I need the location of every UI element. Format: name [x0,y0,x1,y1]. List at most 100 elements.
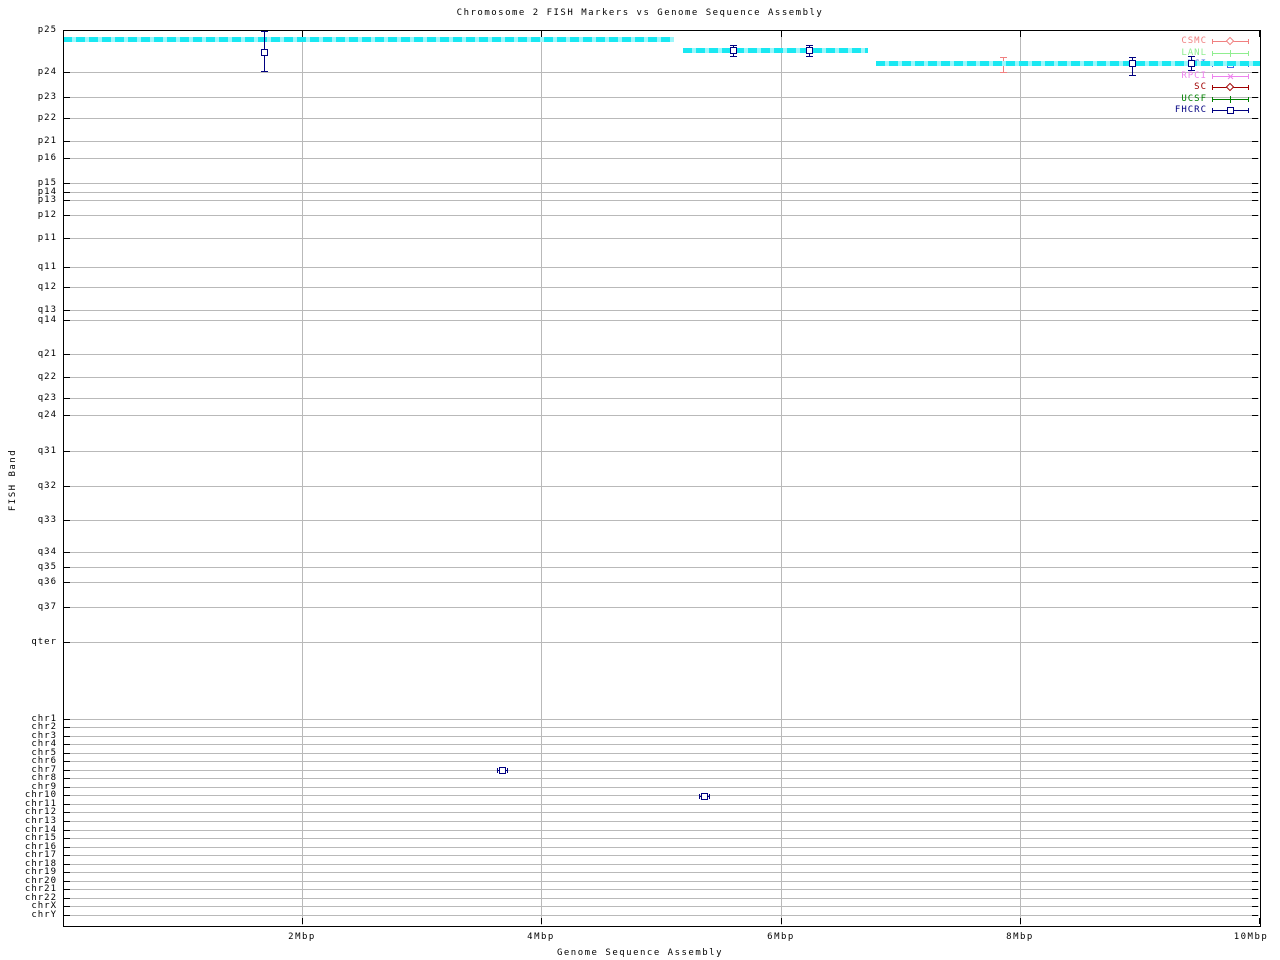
y-gridline [63,398,1259,399]
square-marker [1188,60,1195,67]
y-gridline [63,847,1259,848]
y-tick-right [1252,451,1258,452]
x-gridline [1020,30,1021,925]
y-gridline [63,889,1259,890]
y-tick-right [1252,778,1258,779]
y-tick-left [64,398,70,399]
y-tick-label: qter [31,637,57,647]
y-tick-left [64,486,70,487]
y-gridline [63,770,1259,771]
y-gridline [63,97,1259,98]
x-tick-label: 10Mbp [1233,932,1269,942]
y-tick-left [64,642,70,643]
y-gridline [63,567,1259,568]
x-gridline [781,30,782,925]
x-tick-label: 2Mbp [288,932,316,942]
y-tick-left [64,287,70,288]
square-marker [806,47,813,54]
y-gridline [63,320,1259,321]
y-gridline [63,118,1259,119]
y-tick-left [64,200,70,201]
y-gridline [63,881,1259,882]
y-tick-right [1252,847,1258,848]
y-tick-right [1252,804,1258,805]
y-tick-left [64,872,70,873]
y-tick-left [64,30,70,31]
legend-sample-cap [1248,97,1249,102]
y-tick-right [1252,238,1258,239]
y-tick-right [1252,744,1258,745]
y-tick-left [64,192,70,193]
x-tick-bottom [1259,918,1260,924]
y-tick-label: q34 [37,547,57,557]
error-cap [1000,57,1007,58]
y-tick-label: q37 [37,602,57,612]
legend-sample-cap [1212,39,1213,44]
legend-label-lanl: LANL [1181,48,1207,58]
y-tick-label: p11 [37,233,57,243]
y-gridline [63,753,1259,754]
y-tick-left [64,881,70,882]
y-tick-right [1252,97,1258,98]
error-cap [497,768,498,773]
y-tick-left [64,889,70,890]
x-tick-bottom [302,918,303,924]
legend-label-fhcrc: FHCRC [1174,105,1207,115]
y-tick-left [64,906,70,907]
y-tick-right [1252,200,1258,201]
legend-label-ucsf: UCSF [1181,94,1207,104]
y-tick-left [64,753,70,754]
y-tick-left [64,415,70,416]
y-tick-left [64,864,70,865]
y-tick-right [1252,607,1258,608]
y-tick-left [64,377,70,378]
y-tick-left [64,838,70,839]
square-marker [701,793,708,800]
y-tick-left [64,582,70,583]
y-gridline [63,377,1259,378]
y-tick-left [64,770,70,771]
y-tick-right [1252,838,1258,839]
y-tick-left [64,320,70,321]
y-gridline [63,520,1259,521]
y-tick-label: p12 [37,210,57,220]
y-tick-label: p24 [37,67,57,77]
y-tick-left [64,552,70,553]
fish-marker-chart: Chromosome 2 FISH Markers vs Genome Sequ… [0,0,1280,960]
error-cap [261,31,268,32]
error-cap [806,45,813,46]
y-gridline [63,642,1259,643]
y-gridline [63,158,1259,159]
y-tick-left [64,354,70,355]
y-tick-left [64,830,70,831]
y-tick-right [1252,727,1258,728]
y-tick-label: q33 [37,515,57,525]
diamond-marker [1225,82,1235,92]
y-tick-label: q32 [37,481,57,491]
y-tick-left [64,804,70,805]
plus-marker [1227,50,1234,57]
error-cap [806,56,813,57]
y-tick-right [1252,192,1258,193]
y-tick-right [1252,906,1258,907]
x-gridline [541,30,542,925]
y-gridline [63,744,1259,745]
x-tick-top [1020,31,1021,37]
y-tick-left [64,795,70,796]
y-tick-right [1252,761,1258,762]
legend-sample-cap [1212,51,1213,56]
y-tick-left [64,310,70,311]
legend-sample-cap [1248,85,1249,90]
y-tick-right [1252,582,1258,583]
y-tick-right [1252,377,1258,378]
y-gridline [63,838,1259,839]
y-tick-right [1252,158,1258,159]
y-gridline [63,898,1259,899]
y-tick-left [64,855,70,856]
y-tick-right [1252,320,1258,321]
error-cap [261,71,268,72]
y-gridline [63,72,1259,73]
y-gridline [63,778,1259,779]
y-tick-label: q14 [37,315,57,325]
x-tick-bottom [541,918,542,924]
